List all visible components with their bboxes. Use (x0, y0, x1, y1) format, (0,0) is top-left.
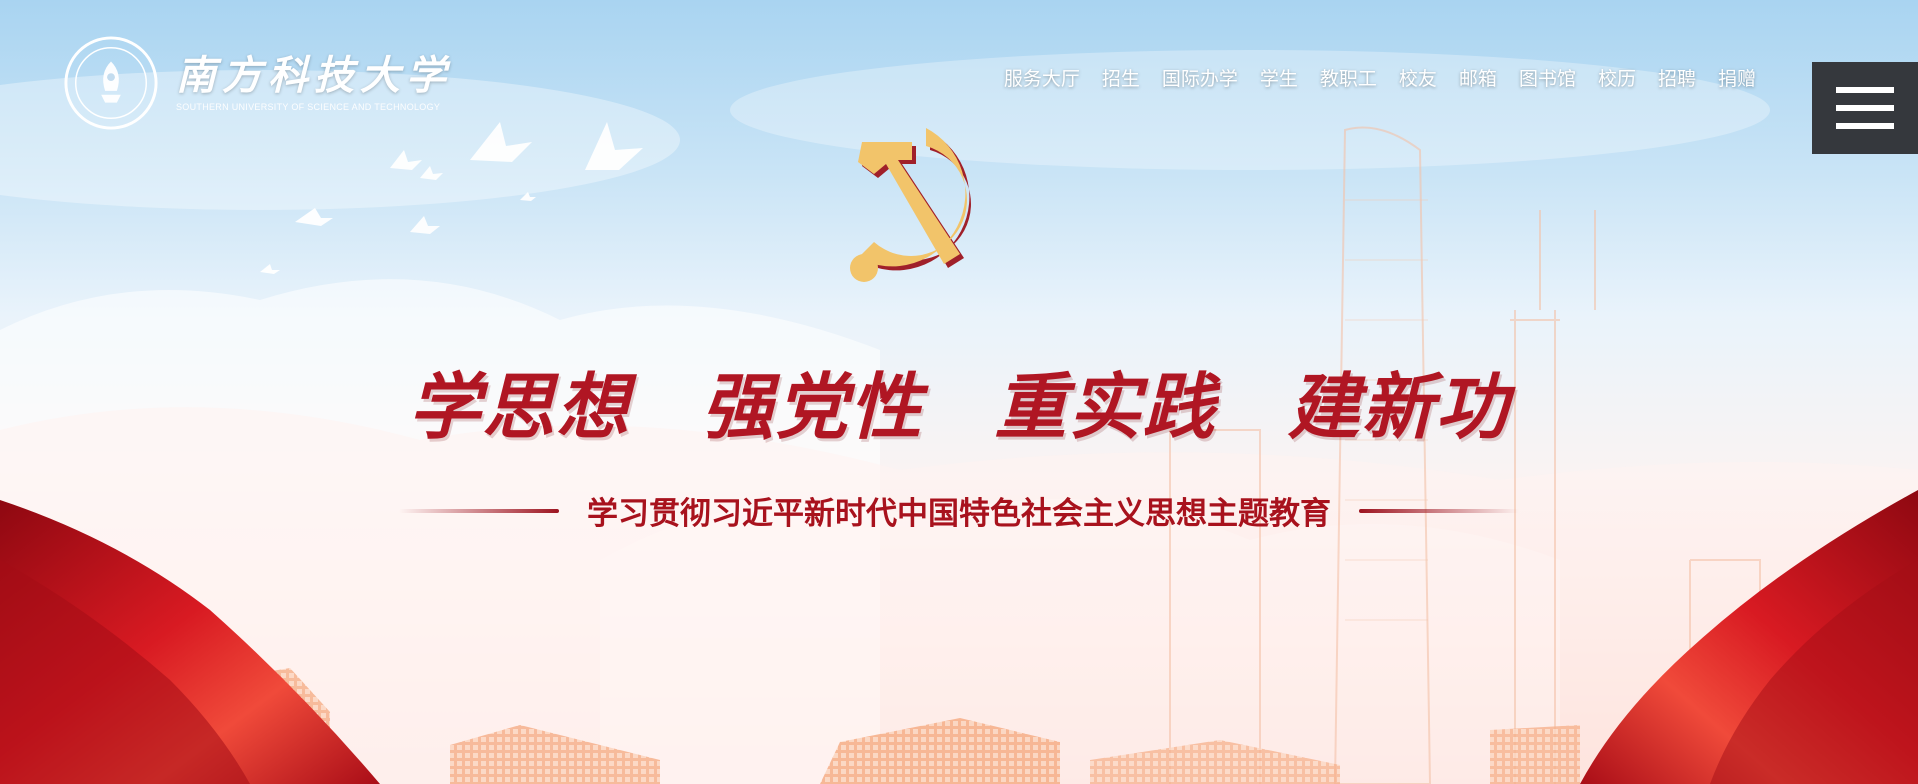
nav-item-email[interactable]: 邮箱 (1459, 64, 1497, 91)
main-nav: 服务大厅 招生 国际办学 学生 教职工 校友 邮箱 图书馆 校历 招聘 捐赠 (1004, 64, 1756, 91)
nav-item-faculty[interactable]: 教职工 (1320, 64, 1377, 91)
nav-item-calendar[interactable]: 校历 (1598, 64, 1636, 91)
hammer-sickle-icon (850, 128, 971, 282)
slogan-phrase-3: 重实践 (994, 364, 1217, 449)
nav-item-service-hall[interactable]: 服务大厅 (1004, 64, 1080, 91)
nav-item-alumni[interactable]: 校友 (1399, 64, 1437, 91)
nav-item-admissions[interactable]: 招生 (1102, 64, 1140, 91)
nav-item-students[interactable]: 学生 (1260, 64, 1298, 91)
hero-banner: 南方科技大学 SOUTHERN UNIVERSITY OF SCIENCE AN… (0, 0, 1918, 784)
logo-title-en: SOUTHERN UNIVERSITY OF SCIENCE AND TECHN… (176, 102, 441, 112)
banner-subtitle: 学习贯彻习近平新时代中国特色社会主义思想主题教育 (587, 496, 1331, 532)
subtitle-divider-right (1359, 508, 1519, 513)
slogan-phrase-1: 学思想 (408, 364, 631, 449)
slogan-phrase-2: 强党性 (701, 364, 924, 449)
main-slogan: 学思想 强党性 重实践 建新功 (0, 348, 1918, 453)
nav-item-jobs[interactable]: 招聘 (1658, 64, 1696, 91)
hamburger-menu-icon (1836, 87, 1894, 93)
university-seal-icon (64, 36, 158, 130)
menu-button[interactable] (1812, 62, 1918, 154)
nav-item-international[interactable]: 国际办学 (1162, 64, 1238, 91)
logo-title-cn: 南方科技大学 (176, 52, 452, 99)
university-logo[interactable]: 南方科技大学 SOUTHERN UNIVERSITY OF SCIENCE AN… (62, 34, 452, 132)
subtitle-row: 学习贯彻习近平新时代中国特色社会主义思想主题教育 (0, 488, 1918, 533)
subtitle-divider-left (399, 508, 559, 513)
nav-item-donate[interactable]: 捐赠 (1718, 64, 1756, 91)
slogan-phrase-4: 建新功 (1287, 364, 1510, 449)
nav-item-library[interactable]: 图书馆 (1519, 64, 1576, 91)
